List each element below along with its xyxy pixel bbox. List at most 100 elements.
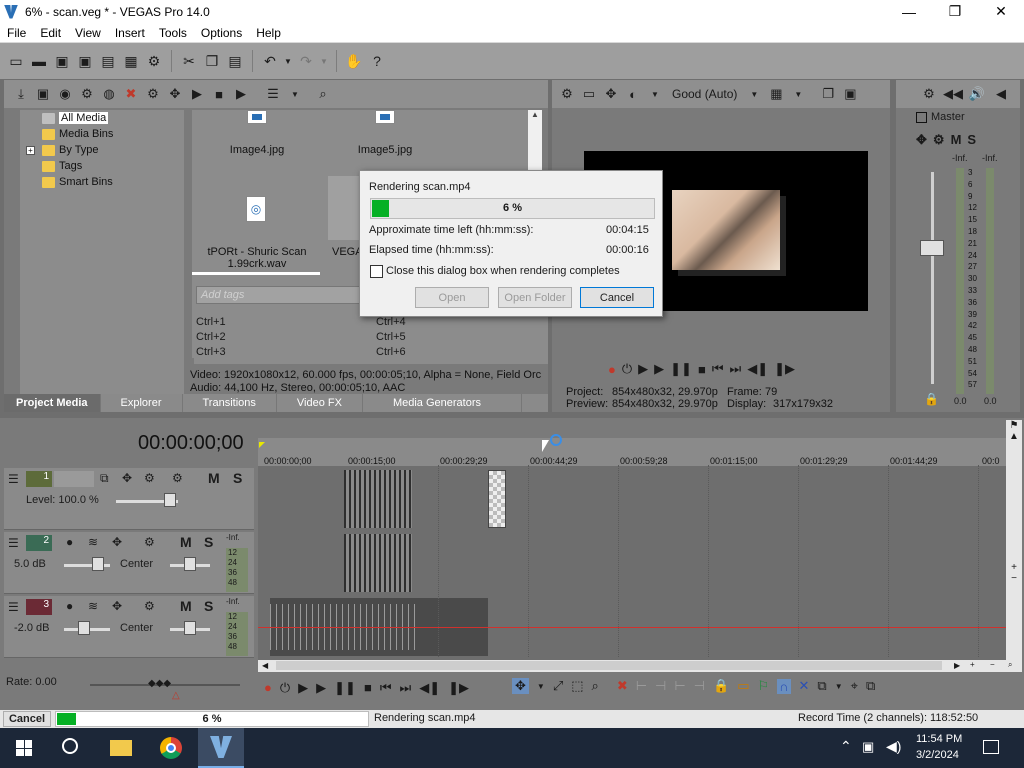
- settings-gear-icon[interactable]: ⚙: [144, 51, 164, 71]
- scroll-thumb[interactable]: [276, 661, 942, 670]
- loop-icon[interactable]: ⏻: [622, 361, 632, 377]
- show-hidden-icons-icon[interactable]: ⌃: [840, 738, 852, 755]
- normal-edit-tool-icon[interactable]: ✥: [512, 678, 529, 694]
- status-cancel-button[interactable]: Cancel: [3, 711, 51, 727]
- save-snapshot-icon[interactable]: ▣: [841, 85, 859, 103]
- mixer-settings-icon[interactable]: ⚙: [920, 85, 938, 103]
- tree-item-media-bins[interactable]: Media Bins: [20, 126, 184, 142]
- scroll-right-icon[interactable]: ▶: [954, 661, 960, 670]
- envelope-tool-icon[interactable]: ⤢: [553, 678, 563, 694]
- tab-video-fx[interactable]: Video FX: [277, 394, 363, 412]
- play-from-start-icon[interactable]: ▶: [298, 680, 308, 696]
- open-folder-button[interactable]: Open Folder: [498, 287, 572, 308]
- track-move-icon[interactable]: ✥: [112, 599, 122, 613]
- render-icon[interactable]: ▤: [98, 51, 118, 71]
- auto-preview-icon[interactable]: ▶: [232, 85, 250, 103]
- save-as-icon[interactable]: ▣: [75, 51, 95, 71]
- maximize-button[interactable]: ❐: [932, 0, 978, 23]
- track-name-field[interactable]: [54, 471, 94, 487]
- quality-dropdown-icon[interactable]: ▼: [646, 85, 664, 103]
- playhead-marker-icon[interactable]: [259, 442, 265, 448]
- track-move-icon[interactable]: ✥: [112, 535, 122, 549]
- audio-clip-track2[interactable]: [344, 534, 412, 592]
- menu-tools[interactable]: Tools: [152, 26, 194, 40]
- marker-flag-icon[interactable]: ⚑: [1006, 420, 1022, 431]
- file-explorer-icon[interactable]: [110, 740, 132, 756]
- arm-record-icon[interactable]: ●: [66, 535, 73, 549]
- zoom-tool-icon[interactable]: ⌕: [1008, 660, 1012, 670]
- track-solo-button[interactable]: S: [233, 470, 242, 486]
- track-move-icon[interactable]: ✥: [122, 471, 132, 485]
- track-fx-gear-icon[interactable]: ⚙: [144, 535, 155, 549]
- track-level-handle[interactable]: [164, 493, 176, 507]
- search-icon[interactable]: [62, 738, 78, 754]
- get-media-icon[interactable]: ◉: [56, 85, 74, 103]
- views-icon[interactable]: ☰: [264, 85, 282, 103]
- network-icon[interactable]: ▣: [862, 739, 874, 755]
- video-thumbnail[interactable]: [328, 176, 362, 240]
- go-to-start-icon[interactable]: ⏮: [380, 680, 392, 696]
- track-volume-handle[interactable]: [92, 557, 104, 571]
- zoom-out-icon[interactable]: −: [1006, 573, 1022, 584]
- auto-crossfade-icon[interactable]: ✕: [799, 678, 810, 694]
- media-fx-icon[interactable]: ⚙: [78, 85, 96, 103]
- zoom-in-horizontal-icon[interactable]: +: [970, 660, 975, 669]
- track-fx-gear-icon[interactable]: ⚙: [172, 471, 183, 485]
- open-button[interactable]: Open: [415, 287, 489, 308]
- master-fader-handle[interactable]: [920, 240, 944, 256]
- clock-time[interactable]: 11:54 PM: [916, 733, 962, 745]
- master-mute-button[interactable]: M: [951, 132, 962, 148]
- track-envelope-icon[interactable]: ≋: [88, 599, 98, 613]
- tree-item-by-type[interactable]: + By Type: [20, 142, 184, 158]
- track-solo-button[interactable]: S: [204, 598, 213, 614]
- track-mute-button[interactable]: M: [180, 534, 192, 550]
- scroll-left-icon[interactable]: ◀: [262, 661, 268, 670]
- stop-icon[interactable]: ■: [698, 362, 706, 377]
- preview-fx-icon[interactable]: ◐: [624, 85, 642, 103]
- save-icon[interactable]: ▣: [52, 51, 72, 71]
- external-monitor-icon[interactable]: ▭: [580, 85, 598, 103]
- hand-tool-icon[interactable]: ✋: [344, 51, 364, 71]
- previous-frame-icon[interactable]: ◀❚: [747, 361, 768, 377]
- track-envelope-icon[interactable]: ≋: [88, 535, 98, 549]
- minimize-button[interactable]: —: [886, 0, 932, 23]
- ignore-grouping-icon[interactable]: ⧉: [866, 678, 875, 694]
- import-media-icon[interactable]: ⤓: [12, 85, 30, 103]
- stop-icon[interactable]: ■: [364, 680, 372, 696]
- track-collapse-icon[interactable]: ☰: [8, 472, 19, 486]
- track-compositing-icon[interactable]: ⚙: [144, 471, 155, 485]
- open-folder-icon[interactable]: ▬: [29, 51, 49, 71]
- video-clip-strip[interactable]: [344, 470, 412, 528]
- notifications-icon[interactable]: [983, 740, 999, 754]
- media-thumb-image4[interactable]: Image4.jpg: [202, 144, 312, 156]
- split-icon[interactable]: ⊣: [694, 678, 705, 694]
- track-collapse-icon[interactable]: ☰: [8, 536, 19, 550]
- close-button[interactable]: ✕: [978, 0, 1024, 23]
- redo-dropdown-icon[interactable]: ▼: [319, 51, 329, 71]
- timeline-vertical-scrollbar[interactable]: ⚑ ▲ + −: [1006, 420, 1022, 660]
- arm-record-icon[interactable]: ●: [66, 599, 73, 613]
- tags-input[interactable]: Add tags: [196, 286, 366, 304]
- tree-item-smart-bins[interactable]: Smart Bins: [20, 174, 184, 190]
- overlays-dropdown-icon[interactable]: ▼: [789, 85, 807, 103]
- timeline-horizontal-scrollbar[interactable]: ◀ ▶ + − ⌕: [258, 660, 1022, 672]
- speaker-icon[interactable]: 🔊: [968, 85, 986, 103]
- zoom-out-horizontal-icon[interactable]: −: [990, 660, 995, 669]
- trim-icon[interactable]: ⊢: [636, 678, 647, 694]
- search-icon[interactable]: ⌕: [314, 85, 332, 103]
- track-mute-button[interactable]: M: [208, 470, 220, 486]
- play-preview-icon[interactable]: ▶: [188, 85, 206, 103]
- record-icon[interactable]: ●: [608, 362, 616, 377]
- go-to-end-icon[interactable]: ⏭: [730, 361, 742, 377]
- lock-envelopes-icon[interactable]: ⌖: [851, 678, 858, 694]
- insert-marker-icon[interactable]: ▭: [737, 678, 749, 694]
- views-dropdown-icon[interactable]: ▼: [286, 85, 304, 103]
- cut-icon[interactable]: ✂: [179, 51, 199, 71]
- track-pan-handle[interactable]: [184, 621, 196, 635]
- trim-end-icon[interactable]: ⊢: [674, 678, 685, 694]
- copy-icon[interactable]: ❐: [202, 51, 222, 71]
- downmix-icon[interactable]: ◀: [992, 85, 1010, 103]
- zoom-edit-tool-icon[interactable]: ⌕: [592, 678, 599, 694]
- master-fx-icon[interactable]: ✥: [916, 132, 927, 148]
- close-when-done-checkbox[interactable]: [370, 265, 383, 278]
